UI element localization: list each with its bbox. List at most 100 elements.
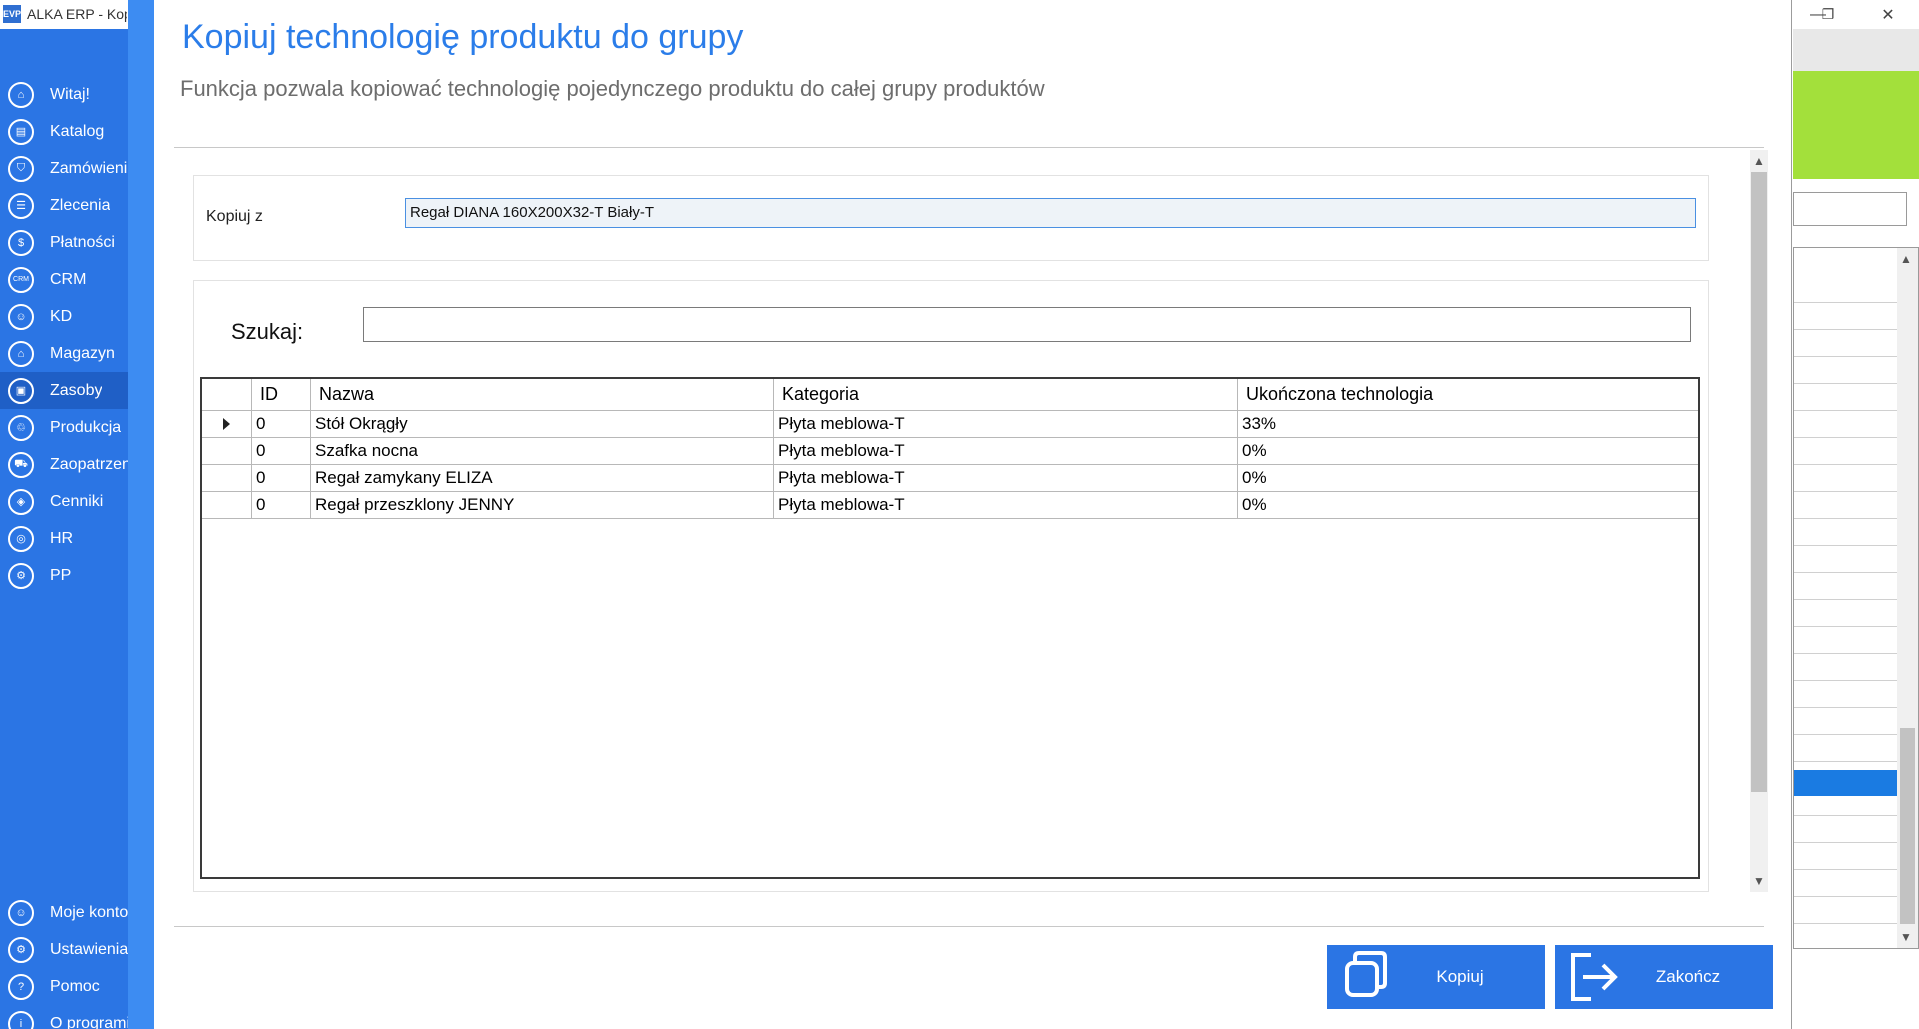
list-separator <box>1794 437 1897 438</box>
close-window-button[interactable]: ✕ <box>1868 0 1908 29</box>
table-row[interactable]: 0 Regał zamykany ELIZA Płyta meblowa-T 0… <box>202 465 1698 492</box>
gear-icon: ⚙ <box>8 936 34 963</box>
sidebar-item-moje-konto[interactable]: ☺ Moje konto <box>0 894 128 931</box>
sidebar: ⌂ Witaj! ▤ Katalog ⛉ Zamówienia ☰ Zlecen… <box>0 29 128 1029</box>
cart-icon: ⛉ <box>8 155 34 182</box>
sidebar-item-ustawienia[interactable]: ⚙ Ustawienia <box>0 931 128 968</box>
background-window-area: ▲ ▼ <box>1793 29 1919 1029</box>
restore-button[interactable]: ❐ <box>1808 0 1848 29</box>
list-separator <box>1794 869 1897 870</box>
sidebar-item-produkcja[interactable]: ♲ Produkcja <box>0 409 128 446</box>
sidebar-item-witaj[interactable]: ⌂ Witaj! <box>0 76 128 113</box>
selected-list-row[interactable] <box>1794 770 1897 796</box>
sidebar-item-platnosci[interactable]: $ Płatności <box>0 224 128 261</box>
list-separator <box>1794 761 1897 762</box>
sidebar-item-label: Ustawienia <box>50 940 128 958</box>
sidebar-item-label: Pomoc <box>50 977 100 995</box>
help-icon: ? <box>8 973 34 1000</box>
dialog-subtitle: Funkcja pozwala kopiować technologię poj… <box>180 76 1045 101</box>
background-list[interactable]: ▲ ▼ <box>1793 247 1919 949</box>
sidebar-item-label: Katalog <box>50 122 105 140</box>
scroll-down-icon[interactable]: ▼ <box>1897 928 1915 946</box>
header-divider <box>174 147 1764 148</box>
cell-id: 0 <box>252 465 311 492</box>
list-separator <box>1794 545 1897 546</box>
sidebar-item-zlecenia[interactable]: ☰ Zlecenia <box>0 187 128 224</box>
scroll-up-icon[interactable]: ▲ <box>1897 250 1915 268</box>
list-icon: ☰ <box>8 192 34 219</box>
app-logo: EVP <box>3 5 21 23</box>
sidebar-item-pomoc[interactable]: ? Pomoc <box>0 968 128 1005</box>
list-separator <box>1794 653 1897 654</box>
cell-id: 0 <box>252 492 311 519</box>
list-separator <box>1794 302 1897 303</box>
sidebar-item-pp[interactable]: ⚙ PP <box>0 557 128 594</box>
sidebar-item-hr[interactable]: ◎ HR <box>0 520 128 557</box>
dialog-scrollbar[interactable]: ▲ ▼ <box>1750 150 1768 892</box>
sidebar-item-kd[interactable]: ☺ KD <box>0 298 128 335</box>
user-icon: ☺ <box>8 899 34 926</box>
copy-from-label: Kopiuj z <box>206 208 263 225</box>
row-selector[interactable] <box>202 411 252 438</box>
list-separator <box>1794 410 1897 411</box>
list-separator <box>1794 464 1897 465</box>
list-separator <box>1794 896 1897 897</box>
row-selector[interactable] <box>202 438 252 465</box>
sidebar-item-magazyn[interactable]: ⌂ Magazyn <box>0 335 128 372</box>
exit-icon <box>1563 947 1623 1007</box>
list-separator <box>1794 626 1897 627</box>
sidebar-item-crm[interactable]: CRM CRM <box>0 261 128 298</box>
list-separator <box>1794 329 1897 330</box>
list-separator <box>1794 707 1897 708</box>
background-input[interactable] <box>1793 192 1907 226</box>
table-row[interactable]: 0 Stół Okrągły Płyta meblowa-T 33% <box>202 411 1698 438</box>
list-separator <box>1794 923 1897 924</box>
cell-kategoria: Płyta meblowa-T <box>774 492 1238 519</box>
copy-button[interactable]: Kopiuj <box>1327 945 1545 1009</box>
table-row[interactable]: 0 Szafka nocna Płyta meblowa-T 0% <box>202 438 1698 465</box>
row-selector[interactable] <box>202 465 252 492</box>
copy-from-input[interactable]: Regał DIANA 160X200X32-T Biały-T <box>405 198 1696 228</box>
list-separator <box>1794 518 1897 519</box>
list-separator <box>1794 491 1897 492</box>
background-scrollbar[interactable]: ▲ ▼ <box>1897 248 1918 948</box>
cell-ukonczona: 0% <box>1238 438 1698 465</box>
dialog-scroll-thumb[interactable] <box>1751 172 1767 792</box>
sidebar-item-o-programie[interactable]: i O programie <box>0 1005 128 1029</box>
sidebar-item-label: O programie <box>50 1014 128 1029</box>
sidebar-item-label: Produkcja <box>50 418 122 436</box>
crm-icon: CRM <box>8 266 34 293</box>
sidebar-item-zaopatrzenie[interactable]: ⛟ Zaopatrzenie <box>0 446 128 483</box>
table-row[interactable]: 0 Regał przeszklony JENNY Płyta meblowa-… <box>202 492 1698 519</box>
table-header: ID Nazwa Kategoria Ukończona technologia <box>202 379 1698 411</box>
list-separator <box>1794 734 1897 735</box>
sidebar-item-label: PP <box>50 566 72 584</box>
finish-button[interactable]: Zakończ <box>1555 945 1773 1009</box>
column-header-kategoria[interactable]: Kategoria <box>774 379 1238 411</box>
sidebar-item-zasoby[interactable]: ▣ Zasoby <box>0 372 128 409</box>
sidebar-item-cenniki[interactable]: ◈ Cenniki <box>0 483 128 520</box>
scroll-up-icon[interactable]: ▲ <box>1750 152 1768 170</box>
column-header-id[interactable]: ID <box>252 379 311 411</box>
cell-kategoria: Płyta meblowa-T <box>774 411 1238 438</box>
scroll-down-icon[interactable]: ▼ <box>1750 872 1768 890</box>
search-input[interactable] <box>363 307 1691 342</box>
list-separator <box>1794 680 1897 681</box>
list-separator <box>1794 356 1897 357</box>
finish-button-label: Zakończ <box>1655 967 1721 986</box>
column-header-nazwa[interactable]: Nazwa <box>311 379 774 411</box>
sidebar-item-zamowienia[interactable]: ⛉ Zamówienia <box>0 150 128 187</box>
list-separator <box>1794 572 1897 573</box>
sidebar-item-katalog[interactable]: ▤ Katalog <box>0 113 128 150</box>
row-selector[interactable] <box>202 492 252 519</box>
book-icon: ▤ <box>8 118 34 145</box>
background-scroll-thumb[interactable] <box>1900 728 1915 924</box>
list-separator <box>1794 815 1897 816</box>
pp-icon: ⚙ <box>8 562 34 589</box>
cell-ukonczona: 33% <box>1238 411 1698 438</box>
column-header-ukonczona[interactable]: Ukończona technologia <box>1238 379 1698 411</box>
cell-nazwa: Stół Okrągły <box>311 411 774 438</box>
copy-button-label: Kopiuj <box>1436 967 1484 986</box>
hr-icon: ◎ <box>8 525 34 552</box>
background-toolbar <box>1793 29 1919 71</box>
